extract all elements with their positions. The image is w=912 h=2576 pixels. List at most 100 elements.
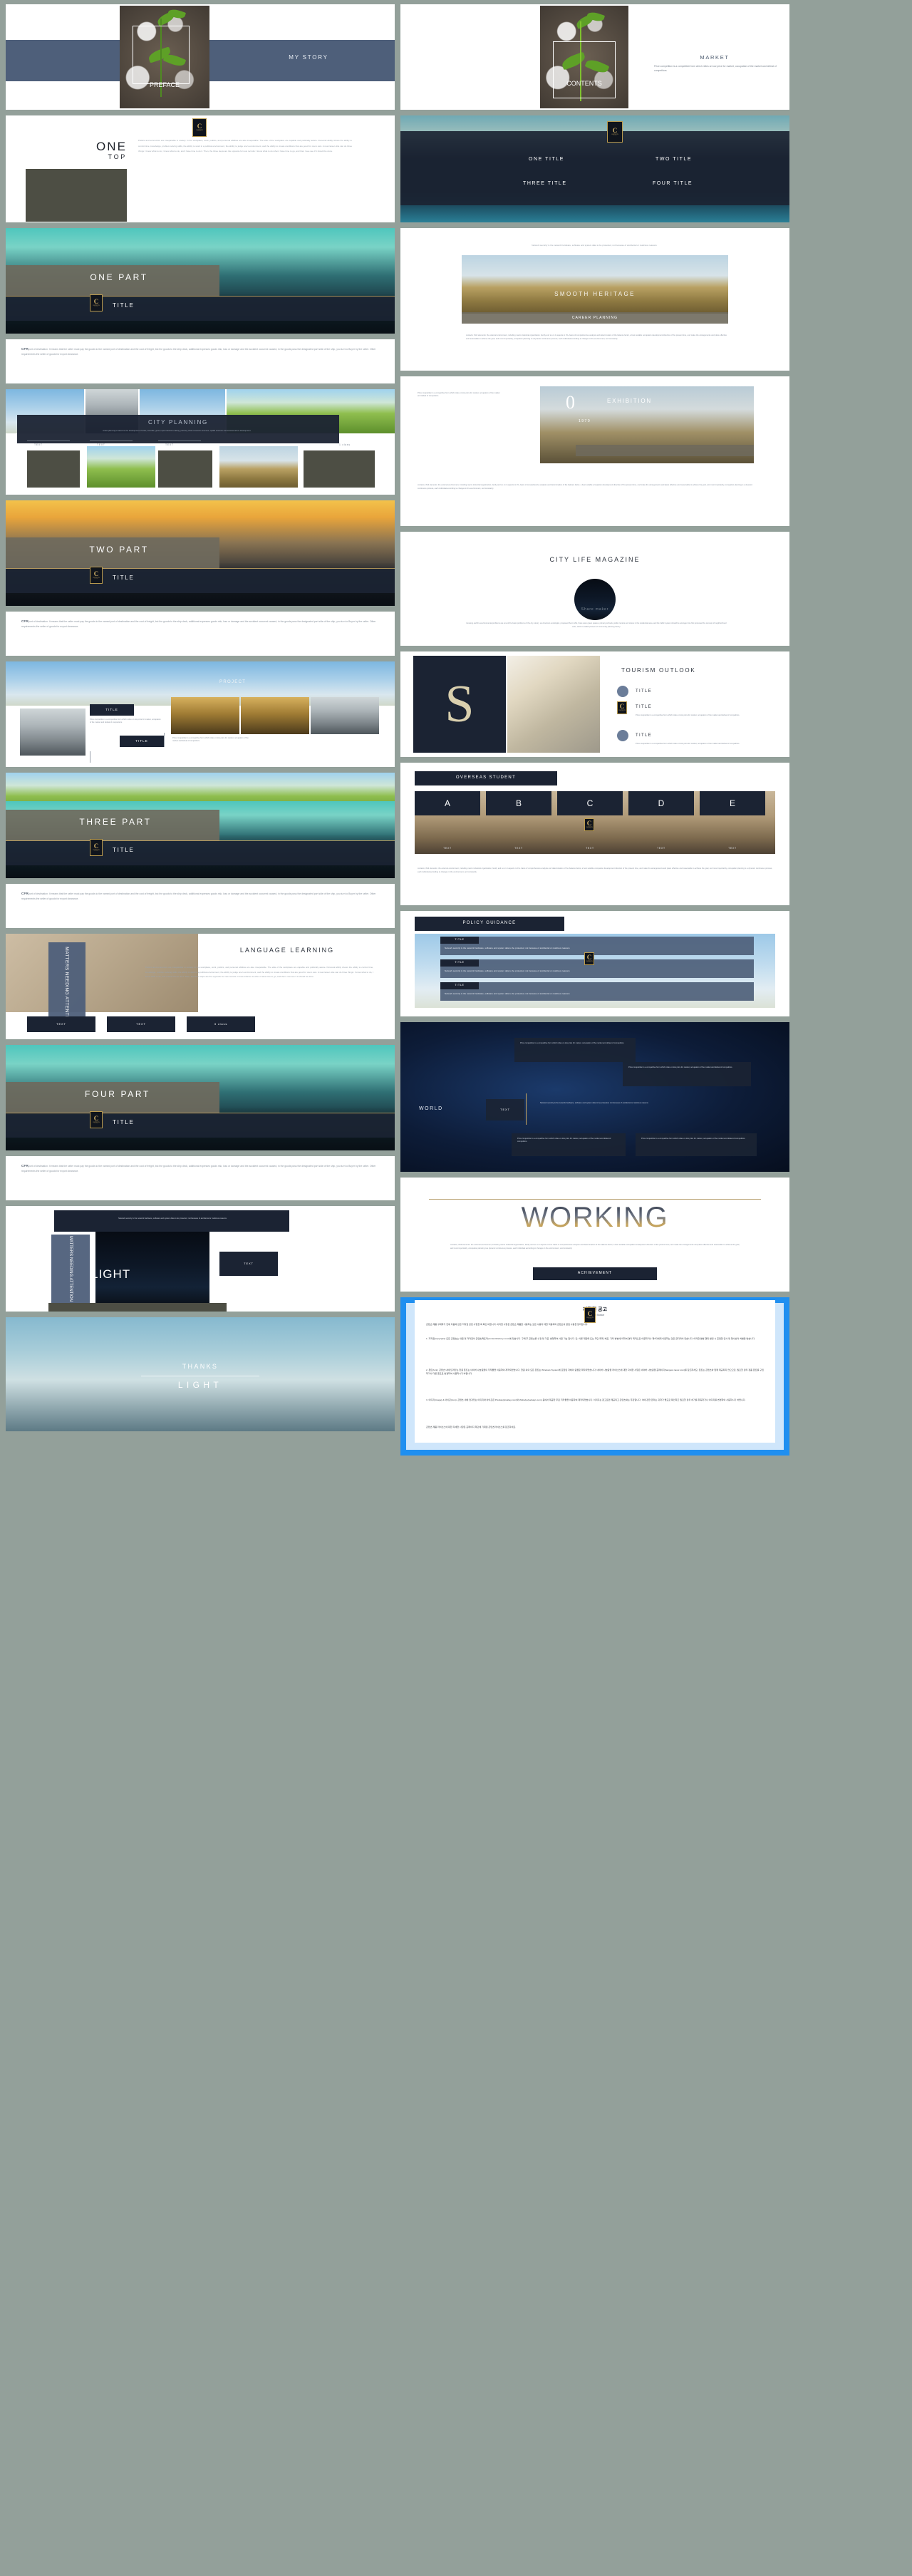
world-body-3: Price competition is a competitive form … xyxy=(517,1138,611,1143)
overseas-letter-2: C xyxy=(586,798,594,808)
preface-title: MY STORY xyxy=(289,54,328,61)
contents-body: Price competition is a competitive form … xyxy=(654,65,777,72)
exhibition-body: contacts; third elements: the external e… xyxy=(418,484,752,490)
slide-light[interactable]: Network security is the network hardware… xyxy=(6,1206,395,1312)
slide-thanks[interactable]: THANKS LIGHT xyxy=(6,1317,395,1431)
logo-sub2: FACTORY xyxy=(612,135,618,137)
slide-city-life-magazine[interactable]: CITY LIFE MAGAZINE Share maker Housing a… xyxy=(400,532,789,646)
heritage-band-label: CAREER PLANNING xyxy=(571,316,618,320)
contents-title: MARKET xyxy=(700,54,730,61)
tourism-title: TOURISM OUTLOOK xyxy=(621,667,696,674)
overseas-letter-1: B xyxy=(515,798,522,808)
slide-one-part[interactable]: ONE PART C CONTENTS FACTORY TITLE xyxy=(6,228,395,334)
working-body: contacts; third elements: the external e… xyxy=(450,1244,740,1250)
project-body-1: Price competition is a competitive form … xyxy=(172,737,249,743)
slide-overseas-student[interactable]: OVERSEAS STUDENT A B C D E C CONTENTS FA… xyxy=(400,763,789,905)
brand-logo: C CONTENTS FACTORY xyxy=(90,839,103,856)
thanks-title: THANKS xyxy=(182,1363,219,1370)
exhibition-year: 1970 xyxy=(579,419,591,423)
project-tile-1: TITLE xyxy=(135,739,148,743)
tourism-body-2: Price competition is a competitive form … xyxy=(636,743,740,745)
slide-four-part[interactable]: FOUR PART C CONTENTS FACTORY TITLE xyxy=(6,1045,395,1150)
two-part-label: TWO PART xyxy=(89,545,149,555)
language-chip-0: TEXT xyxy=(56,1022,66,1026)
light-big: LIGHT xyxy=(91,1267,131,1281)
world-body-4: Price competition is a competitive form … xyxy=(641,1138,746,1140)
one-part-sub: TITLE xyxy=(113,302,135,309)
copyright-para-2: 3. 이미지(image) & 아이콘(icon): 콘텐츠 내에 담겨있는 이… xyxy=(426,1398,746,1401)
one-top-block xyxy=(26,169,127,222)
slide-project[interactable]: PROJECT TITLE Price competition is a com… xyxy=(6,661,395,767)
magazine-title: CITY LIFE MAGAZINE xyxy=(549,556,641,563)
slide-column-left: PREFACE MY STORY C CONTENTS FACTORY ONE … xyxy=(6,4,395,1456)
slide-cfr-text-1: CFRport of destination. It means that th… xyxy=(6,339,395,383)
four-part-sub: TITLE xyxy=(113,1119,135,1125)
exhibition-title: EXHIBITION xyxy=(607,398,652,404)
brand-logo: C CONTENTS FACTORY xyxy=(90,294,103,311)
slide-tourism-outlook[interactable]: S TOURISM OUTLOOK TITLE C CONTENTS FACTO… xyxy=(400,651,789,757)
slide-world[interactable]: Price competition is a competitive form … xyxy=(400,1022,789,1172)
slide-copyright[interactable]: 저작권 공고 Copyright Notice 콘텐츠 제품 구매하기 전에 다… xyxy=(400,1297,789,1456)
slide-grid: PREFACE MY STORY C CONTENTS FACTORY ONE … xyxy=(6,4,906,1456)
cfr-body: port of destination. It means that the s… xyxy=(21,348,376,356)
four-part-label: FOUR PART xyxy=(85,1089,150,1099)
slide-exhibition[interactable]: Price competition is a competitive form … xyxy=(400,376,789,526)
two-part-sub: TITLE xyxy=(113,575,135,581)
cfr-lead: CFR xyxy=(21,1164,28,1168)
slide-four-titles[interactable]: C CONTENTS FACTORY ONE TITLE TWO TITLE T… xyxy=(400,115,789,222)
four-title-item-2[interactable]: THREE TITLE xyxy=(523,181,567,186)
logo-letter: C xyxy=(93,297,99,305)
four-title-item-1[interactable]: TWO TITLE xyxy=(656,157,692,162)
tourism-bullet-2: TITLE xyxy=(636,733,652,738)
working-band: ACHIEVEMENT xyxy=(577,1271,613,1275)
slide-deck-preview: PREFACE MY STORY C CONTENTS FACTORY ONE … xyxy=(0,0,912,2576)
slide-cfr-text-3: CFRport of destination. It means that th… xyxy=(6,884,395,928)
overseas-letter-0: A xyxy=(444,798,450,808)
logo-letter: C xyxy=(93,1114,99,1122)
three-part-label: THREE PART xyxy=(79,817,152,827)
slide-working[interactable]: WORKING contacts; third elements: the ex… xyxy=(400,1178,789,1292)
project-header: PROJECT xyxy=(219,680,247,684)
copyright-para-1: 2. 폰트(font): 콘텐츠 내에 담겨있는 한글 폰트는 네이버 나눔글꼴… xyxy=(426,1369,764,1376)
heritage-body: contacts; third elements: the external e… xyxy=(466,334,727,341)
overseas-body: contacts; third elements: the external e… xyxy=(418,867,772,874)
logo-letter: C xyxy=(93,842,99,850)
brand-logo: C CONTENTS FACTORY xyxy=(584,952,594,965)
world-body-2: Network security is the network hardware… xyxy=(540,1102,648,1104)
slide-preface[interactable]: PREFACE MY STORY xyxy=(6,4,395,110)
exhibition-top-body: Price competition is a competitive form … xyxy=(418,392,500,398)
city-planning-title: CITY PLANNING xyxy=(147,419,209,426)
slide-language-learning[interactable]: MATTERS NEEDING ATTENTION LANGUAGE LEARN… xyxy=(6,934,395,1039)
project-body-0: Price competition is a competitive form … xyxy=(90,718,161,724)
logo-letter: C xyxy=(586,953,592,961)
tourism-big-letter: S xyxy=(445,674,475,733)
world-body-0: Price competition is a competitive form … xyxy=(520,1042,625,1044)
cfr-lead: CFR xyxy=(21,892,28,895)
logo-sub2: FACTORY xyxy=(93,851,99,852)
mosaic-cell-0: TEXT xyxy=(34,443,43,446)
slide-contents[interactable]: CONTENTS MARKET Price competition is a c… xyxy=(400,4,789,110)
contents-image-label: CONTENTS xyxy=(566,80,602,87)
logo-sub2: FACTORY xyxy=(93,1123,99,1125)
slide-cfr-text-2: CFRport of destination. It means that th… xyxy=(6,612,395,656)
light-top-body: Network security is the network hardware… xyxy=(118,1217,227,1220)
four-title-item-3[interactable]: FOUR TITLE xyxy=(653,181,693,186)
slide-city-planning[interactable]: CITY PLANNING Urban planning is based on… xyxy=(6,389,395,495)
slide-three-part[interactable]: THREE PART C CONTENTS FACTORY TITLE xyxy=(6,773,395,878)
heritage-top-body: Network security is the network hardware… xyxy=(532,244,657,247)
overseas-title: OVERSEAS STUDENT xyxy=(455,776,517,780)
policy-row-body-1: Network security is the network hardware… xyxy=(445,969,570,972)
policy-row-body-0: Network security is the network hardware… xyxy=(445,947,570,949)
slide-policy-guidance[interactable]: POLICY GUIDANCE TITLE Network security i… xyxy=(400,911,789,1016)
brand-logo: C CONTENTS FACTORY xyxy=(584,1307,596,1323)
language-body: Politics and economics are inseparable i… xyxy=(145,966,373,979)
cfr-lead: CFR xyxy=(21,347,28,351)
slide-one-top[interactable]: C CONTENTS FACTORY ONE TOP Politics and … xyxy=(6,115,395,222)
slide-smooth-heritage[interactable]: Network security is the network hardware… xyxy=(400,228,789,371)
one-top-big: ONE xyxy=(96,140,127,153)
logo-sub2: FACTORY xyxy=(197,131,202,133)
magazine-body: Housing and the environmental problems a… xyxy=(466,622,727,629)
slide-two-part[interactable]: TWO PART C CONTENTS FACTORY TITLE xyxy=(6,500,395,606)
four-title-item-0[interactable]: ONE TITLE xyxy=(529,157,564,162)
logo-sub2: FACTORY xyxy=(586,828,592,830)
